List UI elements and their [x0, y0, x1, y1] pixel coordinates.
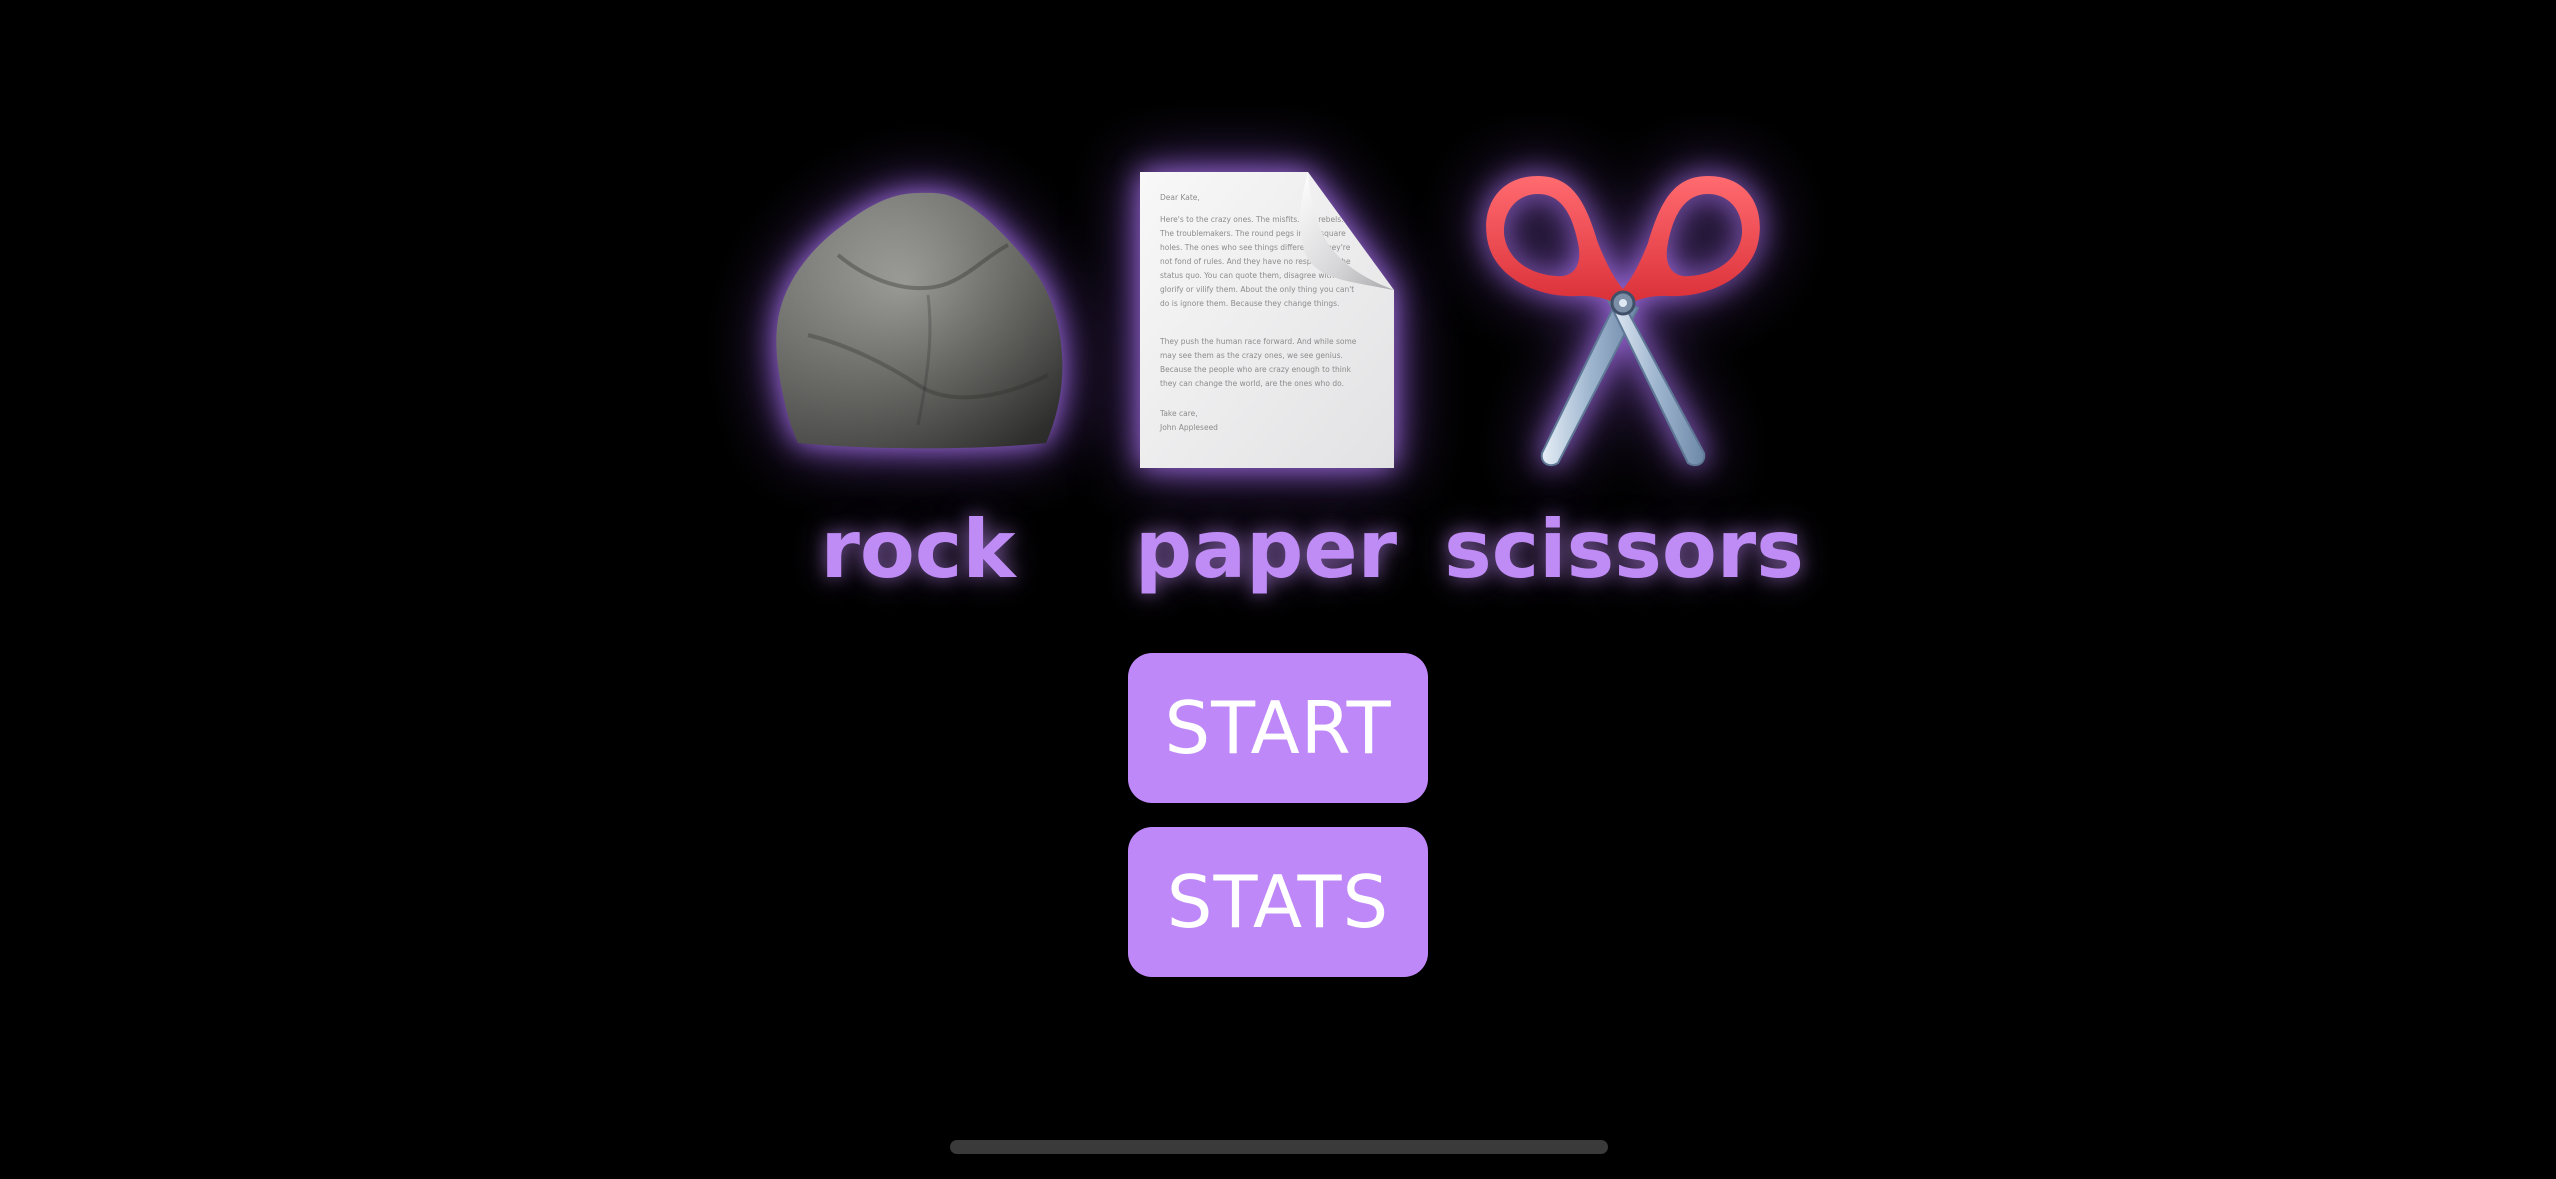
choice-label-scissors[interactable]: scissors: [1444, 510, 1804, 590]
paper-line: Because the people who are crazy enough …: [1160, 365, 1352, 374]
paper-line: they can change the world, are the ones …: [1160, 379, 1344, 388]
paper-document-icon[interactable]: Dear Kate, Here's to the crazy ones. The…: [1138, 170, 1396, 470]
choice-label-rock[interactable]: rock: [820, 510, 1015, 590]
paper-line: Take care,: [1159, 409, 1198, 418]
stats-button[interactable]: STATS: [1128, 827, 1428, 977]
paper-line: They push the human race forward. And wh…: [1159, 337, 1357, 346]
paper-line: glorify or vilify them. About the only t…: [1160, 285, 1354, 294]
choice-label-paper[interactable]: paper: [1135, 510, 1397, 590]
scissors-icon[interactable]: [1478, 168, 1768, 473]
paper-line: may see them as the crazy ones, we see g…: [1160, 351, 1343, 360]
home-indicator[interactable]: [950, 1140, 1608, 1154]
game-screen: rock Dear Kate, Here's to the crazy ones…: [0, 0, 2556, 1179]
start-button[interactable]: START: [1128, 653, 1428, 803]
paper-line: do is ignore them. Because they change t…: [1160, 299, 1339, 308]
rock-icon[interactable]: [768, 185, 1068, 455]
paper-greeting: Dear Kate,: [1160, 193, 1200, 202]
paper-line: John Appleseed: [1159, 423, 1218, 432]
